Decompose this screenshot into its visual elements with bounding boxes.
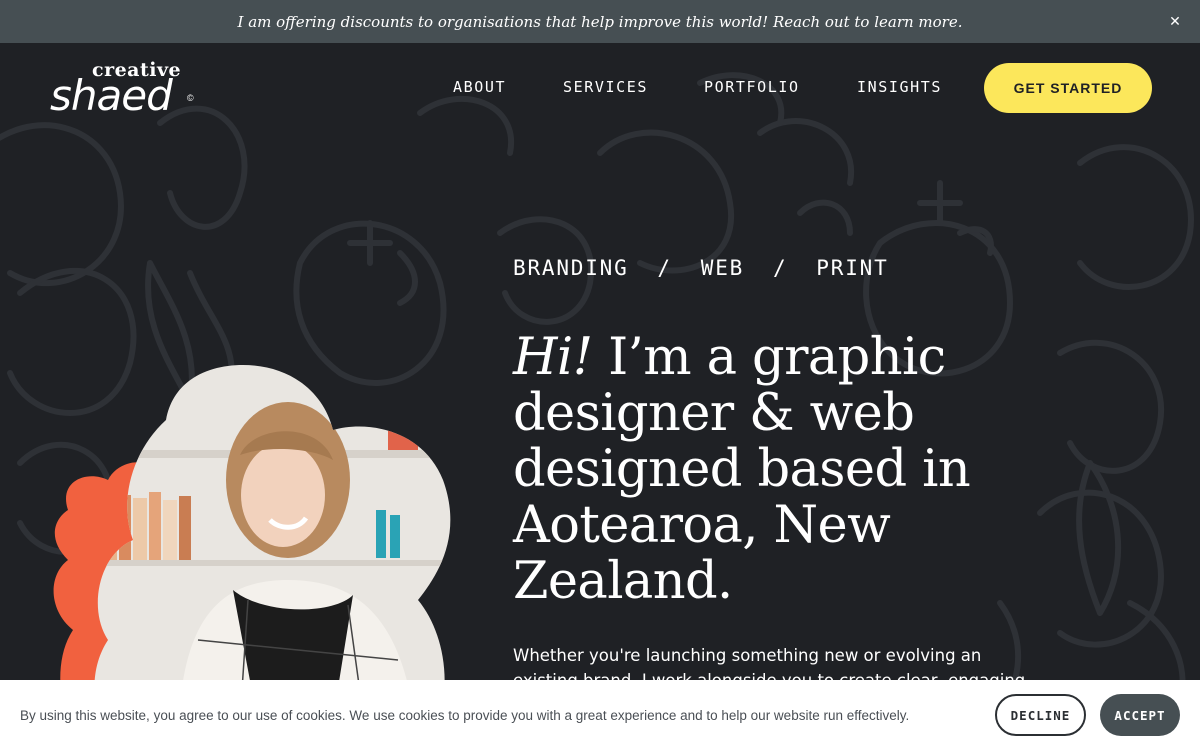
cookie-notice-text: By using this website, you agree to our … <box>20 708 910 723</box>
site-logo[interactable]: creative shaed © <box>50 59 200 123</box>
nav-services[interactable]: SERVICES <box>563 78 653 96</box>
hero-tagline: BRANDING / WEB / PRINT <box>513 256 889 280</box>
cookie-banner: By using this website, you agree to our … <box>0 680 1200 750</box>
headline-greeting: Hi! <box>513 328 593 387</box>
hero-headline: Hi! I’m a graphic designer & web designe… <box>513 330 1073 610</box>
announcement-bar: I am offering discounts to organisations… <box>0 0 1200 43</box>
nav-insights[interactable]: INSIGHTS <box>857 78 947 96</box>
nav-about[interactable]: ABOUT <box>453 78 513 96</box>
close-icon[interactable]: ✕ <box>1166 12 1184 30</box>
accept-cookies-button[interactable]: ACCEPT <box>1100 694 1180 736</box>
nav-portfolio[interactable]: PORTFOLIO <box>704 78 804 96</box>
hero-section: creative shaed © ABOUT SERVICES PORTFOLI… <box>0 43 1200 750</box>
decline-cookies-button[interactable]: DECLINE <box>995 694 1086 736</box>
logo-main-text: shaed <box>50 71 173 120</box>
logo-mark: © <box>187 93 194 103</box>
get-started-button[interactable]: GET STARTED <box>984 63 1152 113</box>
announcement-text[interactable]: I am offering discounts to organisations… <box>238 13 963 31</box>
